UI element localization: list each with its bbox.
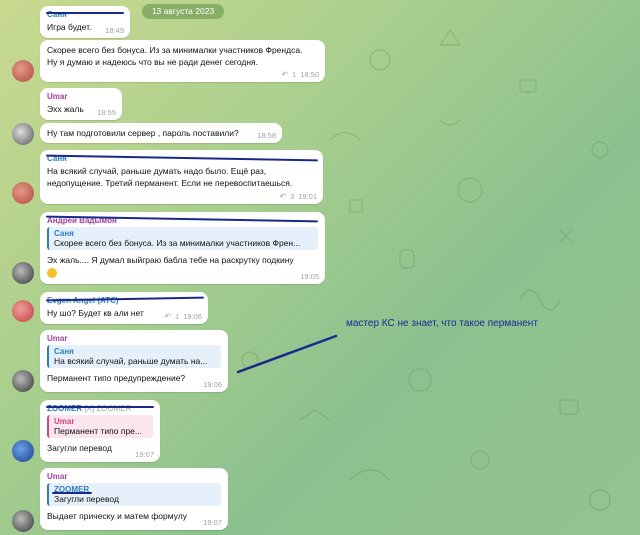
annotation-arrow [236,334,338,374]
annotation-text: мастер КС не знает, что такое перманент [346,318,538,329]
